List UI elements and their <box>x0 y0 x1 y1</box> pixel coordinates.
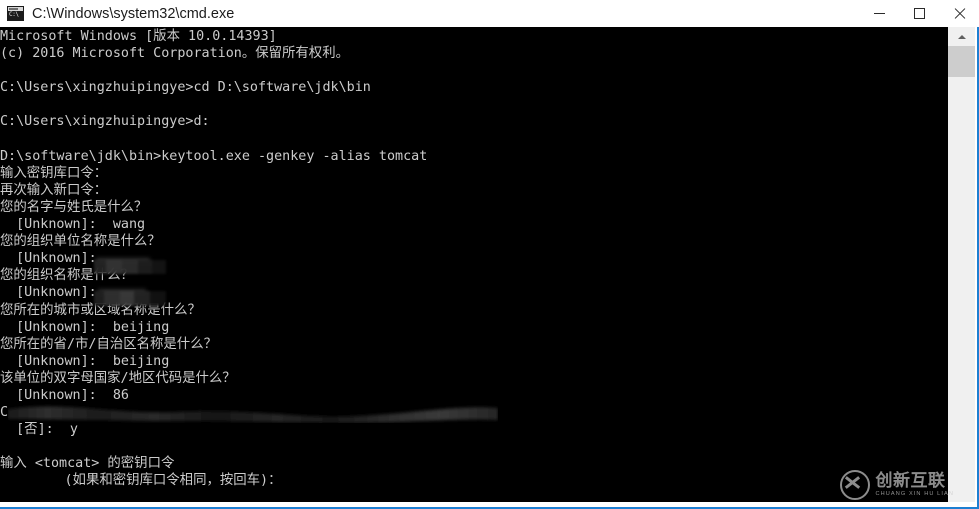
console-output-area[interactable]: Microsoft Windows [版本 10.0.14393] (c) 201… <box>0 27 950 502</box>
minimize-button[interactable] <box>859 0 899 27</box>
console-line: [否]: y <box>0 422 78 438</box>
console-line: [Unknown]: <box>0 251 113 267</box>
close-icon <box>953 7 966 20</box>
console-line: 该单位的双字母国家/地区代码是什么？ <box>0 370 236 386</box>
console-line: (c) 2016 Microsoft Corporation。保留所有权利。 <box>0 46 349 62</box>
console-line: 您的组织单位名称是什么？ <box>0 234 161 250</box>
console-line: [Unknown]: beijing <box>0 353 170 369</box>
console-line: [Unknown]: 86 <box>0 387 129 403</box>
console-line: [Unknown]: <box>0 285 113 301</box>
console-line: 您的名字与姓氏是什么？ <box>0 199 148 215</box>
console-line: [Unknown]: beijing <box>0 319 170 335</box>
scroll-up-arrow-button[interactable] <box>948 27 975 46</box>
console-line: C:\Users\xingzhuipingye>d: <box>0 114 210 130</box>
console-line: 您所在的城市或区域名称是什么？ <box>0 302 201 318</box>
window-controls <box>859 0 979 27</box>
cmd-window: C:\ C:\Windows\system32\cmd.exe Microsof… <box>0 0 979 509</box>
console-line: C:\Users\xingzhuipingye>cd D:\software\j… <box>0 80 371 96</box>
console-line: 您所在的省/市/自治区名称是什么？ <box>0 336 217 352</box>
console-line: 输入密钥库口令： <box>0 165 108 181</box>
scrollbar-thumb[interactable] <box>948 46 975 77</box>
console-line: (如果和密钥库口令相同，按回车)： <box>0 473 282 489</box>
console-line: Microsoft Windows [版本 10.0.14393] <box>0 29 277 44</box>
console-text: Microsoft Windows [版本 10.0.14393] (c) 201… <box>0 28 950 502</box>
icon-titlebar-dots <box>9 8 18 10</box>
window-title: C:\Windows\system32\cmd.exe <box>32 5 235 22</box>
icon-prompt-text: C:\ <box>8 11 23 20</box>
title-bar[interactable]: C:\ C:\Windows\system32\cmd.exe <box>0 0 979 27</box>
console-line: [Unknown]: wang <box>0 217 146 233</box>
console-frame: Microsoft Windows [版本 10.0.14393] (c) 201… <box>0 27 979 509</box>
console-line: 再次输入新口令： <box>0 182 108 198</box>
close-button[interactable] <box>939 0 979 27</box>
maximize-button[interactable] <box>899 0 939 27</box>
scroll-up-arrow-icon <box>957 34 966 39</box>
title-bar-left: C:\ C:\Windows\system32\cmd.exe <box>0 6 859 22</box>
console-line: C <box>0 405 9 421</box>
maximize-icon <box>913 8 925 19</box>
vertical-scrollbar[interactable] <box>948 27 975 502</box>
console-line: D:\software\jdk\bin>keytool.exe -genkey … <box>0 148 428 164</box>
minimize-icon <box>873 13 885 14</box>
cmd-console-icon: C:\ <box>7 6 24 21</box>
console-line: 您的组织名称是什么？ <box>0 268 134 284</box>
console-line: 输入 <tomcat> 的密钥口令 <box>0 456 175 472</box>
